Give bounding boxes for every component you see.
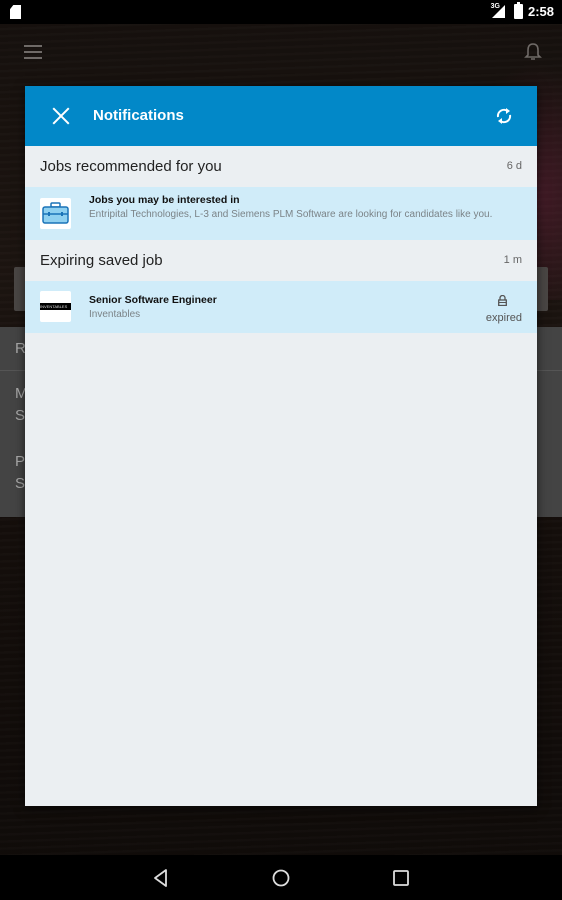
sd-card-icon <box>10 5 21 19</box>
battery-icon <box>514 2 523 19</box>
recents-icon[interactable] <box>390 867 412 889</box>
clock: 2:58 <box>527 4 554 19</box>
bell-icon <box>524 42 542 67</box>
status-bar: 3G 2:58 <box>0 0 562 24</box>
section-header-expiring-saved-job: Expiring saved job 1 m <box>25 240 537 281</box>
notification-subtitle: Entripital Technologies, L-3 and Siemens… <box>89 209 493 220</box>
briefcase-icon <box>40 198 71 229</box>
lock-icon <box>498 293 507 307</box>
dialog-title: Notifications <box>93 107 184 124</box>
section-time: 1 m <box>503 254 522 266</box>
signal-icon <box>492 5 505 18</box>
menu-icon <box>24 45 42 59</box>
notification-senior-software-engineer[interactable]: INVENTABLES Senior Software Engineer Inv… <box>25 281 537 333</box>
back-icon[interactable] <box>150 867 172 889</box>
company-logo: INVENTABLES <box>40 291 71 322</box>
section-time: 6 d <box>506 160 522 172</box>
close-icon[interactable] <box>51 106 71 126</box>
notifications-dialog: Notifications Jobs recommended for you 6… <box>25 86 537 806</box>
notification-jobs-interested[interactable]: Jobs you may be interested in Entripital… <box>25 187 537 240</box>
company-logo-strip: INVENTABLES <box>40 303 71 310</box>
company-logo-text: INVENTABLES <box>40 304 68 309</box>
section-title: Expiring saved job <box>40 252 163 269</box>
home-icon[interactable] <box>270 867 292 889</box>
section-title: Jobs recommended for you <box>40 158 222 175</box>
notification-subtitle: Inventables <box>89 309 141 320</box>
dialog-header: Notifications <box>25 86 537 146</box>
notification-title: Senior Software Engineer <box>89 294 217 306</box>
refresh-icon[interactable] <box>493 105 515 127</box>
section-header-jobs-recommended: Jobs recommended for you 6 d <box>25 146 537 187</box>
status-badge: expired <box>485 312 522 324</box>
notification-title: Jobs you may be interested in <box>89 194 240 206</box>
navigation-bar <box>0 855 562 900</box>
